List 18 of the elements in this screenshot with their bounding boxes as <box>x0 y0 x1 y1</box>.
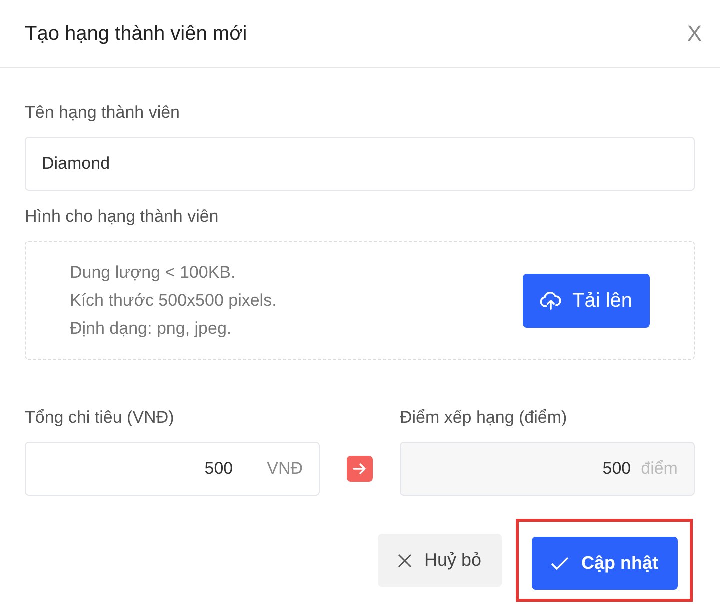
dialog-title: Tạo hạng thành viên mới <box>25 22 248 46</box>
close-icon <box>398 554 412 568</box>
hint-text: Dung lượng < 100KB. <box>70 262 237 284</box>
spending-input-field[interactable]: 500 VNĐ <box>25 442 320 496</box>
checkmark-icon <box>551 556 570 570</box>
update-button[interactable]: Cập nhật <box>532 537 678 590</box>
cancel-button[interactable]: Huỷ bỏ <box>378 534 502 587</box>
field-label: Tổng chi tiêu (VNĐ) <box>25 407 176 429</box>
hint-text: Định dạng: png, jpeg. <box>70 318 233 340</box>
field-label: Điểm xếp hạng (điểm) <box>400 407 568 429</box>
close-button[interactable]: X <box>683 17 706 50</box>
arrow-right-icon <box>346 456 373 482</box>
field-label: Tên hạng thành viên <box>25 102 182 124</box>
upload-button[interactable]: Tải lên <box>523 274 650 328</box>
name-input-field[interactable]: Diamond <box>25 137 695 191</box>
field-label: Hình cho hạng thành viên <box>25 206 220 228</box>
cloud-upload-icon <box>540 292 562 310</box>
hint-text: Kích thước 500x500 pixels. <box>70 290 277 312</box>
